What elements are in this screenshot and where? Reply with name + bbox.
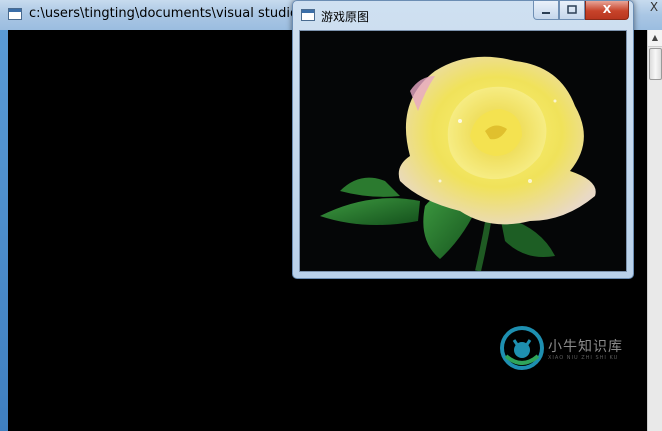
maximize-icon <box>567 5 577 14</box>
console-window-icon <box>8 8 22 20</box>
dewdrop <box>458 119 462 123</box>
close-button[interactable]: X <box>585 1 629 20</box>
console-close-icon[interactable]: X <box>646 0 662 16</box>
dewdrop <box>438 179 442 183</box>
scroll-up-arrow-icon[interactable]: ▲ <box>648 30 662 47</box>
image-window-title: 游戏原图 <box>321 10 370 24</box>
dewdrop <box>553 99 557 103</box>
console-vertical-scrollbar[interactable]: ▲ <box>647 30 662 431</box>
maximize-button[interactable] <box>559 1 585 20</box>
watermark: 小牛知识库 XIAO NIU ZHI SHI KU <box>500 326 630 370</box>
rose-image-canvas <box>299 30 627 272</box>
rose-image <box>300 31 626 271</box>
scroll-thumb[interactable] <box>649 48 662 80</box>
watermark-subtext: XIAO NIU ZHI SHI KU <box>548 355 619 361</box>
watermark-logo-icon <box>500 326 544 370</box>
minimize-icon <box>542 12 550 14</box>
minimize-button[interactable] <box>533 1 559 20</box>
image-window-icon <box>301 9 315 21</box>
console-left-frame <box>0 30 8 431</box>
window-controls: X <box>533 1 629 21</box>
watermark-text: 小牛知识库 <box>548 339 623 355</box>
console-title: c:\users\tingting\documents\visual studi… <box>29 6 319 21</box>
image-window: 游戏原图 X <box>292 0 634 279</box>
dewdrop <box>528 179 532 183</box>
